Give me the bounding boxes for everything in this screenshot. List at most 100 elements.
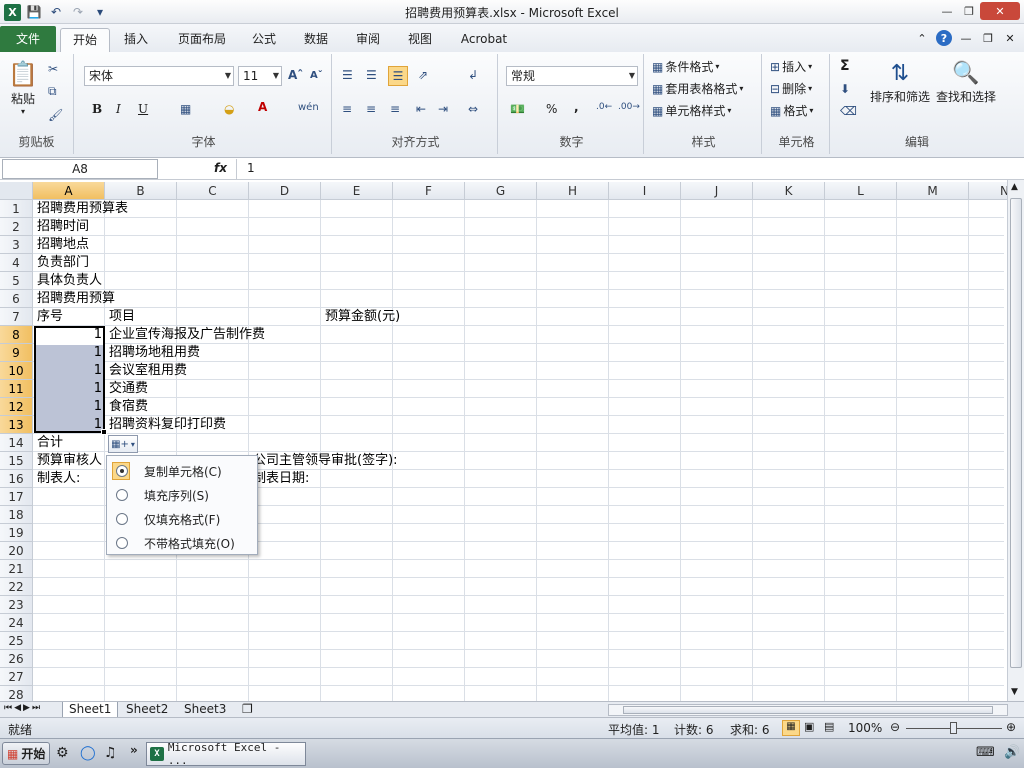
normal-view-icon[interactable]: ▦ <box>782 720 800 736</box>
minimize-ribbon-icon[interactable]: ⌃ <box>914 30 930 46</box>
menu-item-copy-cells[interactable]: 复制单元格(C) <box>109 460 255 482</box>
increase-indent-icon[interactable]: ⇥ <box>438 102 448 116</box>
cell-a6[interactable]: 招聘费用预算 <box>34 290 115 308</box>
page-layout-view-icon[interactable]: ▣ <box>804 720 814 733</box>
cell-a12[interactable]: 1 <box>34 398 105 416</box>
decrease-indent-icon[interactable]: ⇤ <box>416 102 426 116</box>
internet-explorer-icon[interactable]: ◯ <box>80 745 96 761</box>
name-box[interactable]: A8 <box>2 159 158 179</box>
vertical-scroll-thumb[interactable] <box>1010 198 1022 668</box>
increase-decimal-icon[interactable]: .0← <box>596 102 612 112</box>
cell-a15[interactable]: 预算审核人 <box>34 452 102 470</box>
align-middle-icon[interactable]: ☰ <box>366 68 377 82</box>
comma-button[interactable]: , <box>574 100 579 114</box>
tab-file[interactable]: 文件 <box>0 26 56 52</box>
tab-data[interactable]: 数据 <box>296 28 336 52</box>
volume-icon[interactable]: 🔊 <box>1004 745 1020 760</box>
cell-b8[interactable]: 企业宣传海报及广告制作费 <box>106 326 265 344</box>
cell-a4[interactable]: 负责部门 <box>34 254 89 272</box>
row-header-1[interactable]: 1 <box>0 200 33 218</box>
row-header-11[interactable]: 11 <box>0 380 33 398</box>
row-header-28[interactable]: 28 <box>0 686 33 701</box>
vertical-scrollbar[interactable]: ▲ ▼ <box>1007 180 1024 701</box>
zoom-in-icon[interactable]: ⊕ <box>1006 720 1016 734</box>
cell-a11[interactable]: 1 <box>34 380 105 398</box>
accounting-format-icon[interactable]: 💵 <box>510 102 525 116</box>
cell-a2[interactable]: 招聘时间 <box>34 218 89 236</box>
row-header-4[interactable]: 4 <box>0 254 33 272</box>
column-header-g[interactable]: G <box>465 182 537 200</box>
row-header-9[interactable]: 9 <box>0 344 33 362</box>
row-header-12[interactable]: 12 <box>0 398 33 416</box>
media-icon[interactable]: ♫ <box>104 745 117 761</box>
cell-b10[interactable]: 会议室租用费 <box>106 362 187 380</box>
row-header-15[interactable]: 15 <box>0 452 33 470</box>
restore-icon[interactable]: ❐ <box>958 2 980 20</box>
row-header-16[interactable]: 16 <box>0 470 33 488</box>
tab-acrobat[interactable]: Acrobat <box>454 28 514 52</box>
row-header-24[interactable]: 24 <box>0 614 33 632</box>
sort-filter-button[interactable]: ⇅ 排序和筛选 <box>868 58 932 105</box>
column-header-j[interactable]: J <box>681 182 753 200</box>
underline-button[interactable]: U <box>138 102 148 116</box>
zoom-out-icon[interactable]: ⊖ <box>890 720 900 734</box>
tab-review[interactable]: 审阅 <box>348 28 388 52</box>
insert-function-icon[interactable]: fx <box>214 161 227 175</box>
column-header-h[interactable]: H <box>537 182 609 200</box>
help-icon[interactable]: ? <box>936 30 952 46</box>
merge-center-icon[interactable]: ⇔ <box>468 102 478 116</box>
row-header-8[interactable]: 8 <box>0 326 33 344</box>
find-select-button[interactable]: 🔍 查找和选择 <box>934 58 998 105</box>
row-header-18[interactable]: 18 <box>0 506 33 524</box>
cell-styles-button[interactable]: ▦ 单元格样式 ▾ <box>652 102 731 119</box>
horizontal-scrollbar[interactable] <box>608 704 1008 716</box>
delete-cells-button[interactable]: ⊟ 删除 ▾ <box>770 80 812 97</box>
tab-formulas[interactable]: 公式 <box>244 28 284 52</box>
orientation-icon[interactable]: ⇗ <box>418 68 428 82</box>
spreadsheet-grid[interactable]: ABCDEFGHIJKLMN 1 2 3 4 5 6 7 8 9 10 11 12 13 14 15 16 17… <box>0 180 1024 701</box>
phonetic-icon[interactable]: wén <box>298 102 319 113</box>
close-icon[interactable]: ✕ <box>980 2 1020 20</box>
cell-b12[interactable]: 食宿费 <box>106 398 148 416</box>
cell-b11[interactable]: 交通费 <box>106 380 148 398</box>
align-right-icon[interactable]: ≡ <box>390 102 400 116</box>
tab-home[interactable]: 开始 <box>60 28 110 52</box>
row-header-25[interactable]: 25 <box>0 632 33 650</box>
tab-page-layout[interactable]: 页面布局 <box>170 28 234 52</box>
font-color-icon[interactable]: A <box>258 100 267 114</box>
column-header-m[interactable]: M <box>897 182 969 200</box>
menu-item-fill-without-formatting[interactable]: 不带格式填充(O) <box>109 532 255 554</box>
row-header-6[interactable]: 6 <box>0 290 33 308</box>
cell-a9[interactable]: 1 <box>34 344 105 362</box>
cell-a16[interactable]: 制表人: <box>34 470 80 488</box>
cell-b13[interactable]: 招聘资料复印打印费 <box>106 416 226 434</box>
column-header-c[interactable]: C <box>177 182 249 200</box>
more-icon[interactable]: » <box>130 743 138 757</box>
taskbar-item-excel[interactable]: X Microsoft Excel - ... <box>146 741 306 767</box>
cell-b9[interactable]: 招聘场地租用费 <box>106 344 200 362</box>
column-header-l[interactable]: L <box>825 182 897 200</box>
horizontal-scroll-thumb[interactable] <box>623 706 993 714</box>
cell-a10[interactable]: 1 <box>34 362 105 380</box>
row-header-26[interactable]: 26 <box>0 650 33 668</box>
row-header-27[interactable]: 27 <box>0 668 33 686</box>
fill-handle[interactable] <box>101 429 107 435</box>
autosum-button[interactable]: Σ <box>840 58 850 74</box>
row-header-2[interactable]: 2 <box>0 218 33 236</box>
scroll-down-icon[interactable]: ▼ <box>1011 687 1018 697</box>
sheet-tab-sheet3[interactable]: Sheet3 <box>178 702 232 718</box>
tab-insert[interactable]: 插入 <box>114 28 158 52</box>
start-button[interactable]: ▦ 开始 <box>2 742 50 765</box>
grow-font-icon[interactable]: Aˆ <box>288 68 303 82</box>
borders-icon[interactable]: ▦ <box>180 102 191 116</box>
fill-color-icon[interactable]: ◒ <box>224 102 234 116</box>
cell-a3[interactable]: 招聘地点 <box>34 236 89 254</box>
keyboard-icon[interactable]: ⌨ <box>976 745 995 760</box>
decrease-decimal-icon[interactable]: .00→ <box>618 102 640 112</box>
scroll-up-icon[interactable]: ▲ <box>1011 182 1018 192</box>
row-header-19[interactable]: 19 <box>0 524 33 542</box>
cell-a13[interactable]: 1 <box>34 416 105 434</box>
row-header-23[interactable]: 23 <box>0 596 33 614</box>
italic-button[interactable]: I <box>116 102 121 116</box>
cell-d16[interactable]: 制表日期: <box>250 470 309 488</box>
